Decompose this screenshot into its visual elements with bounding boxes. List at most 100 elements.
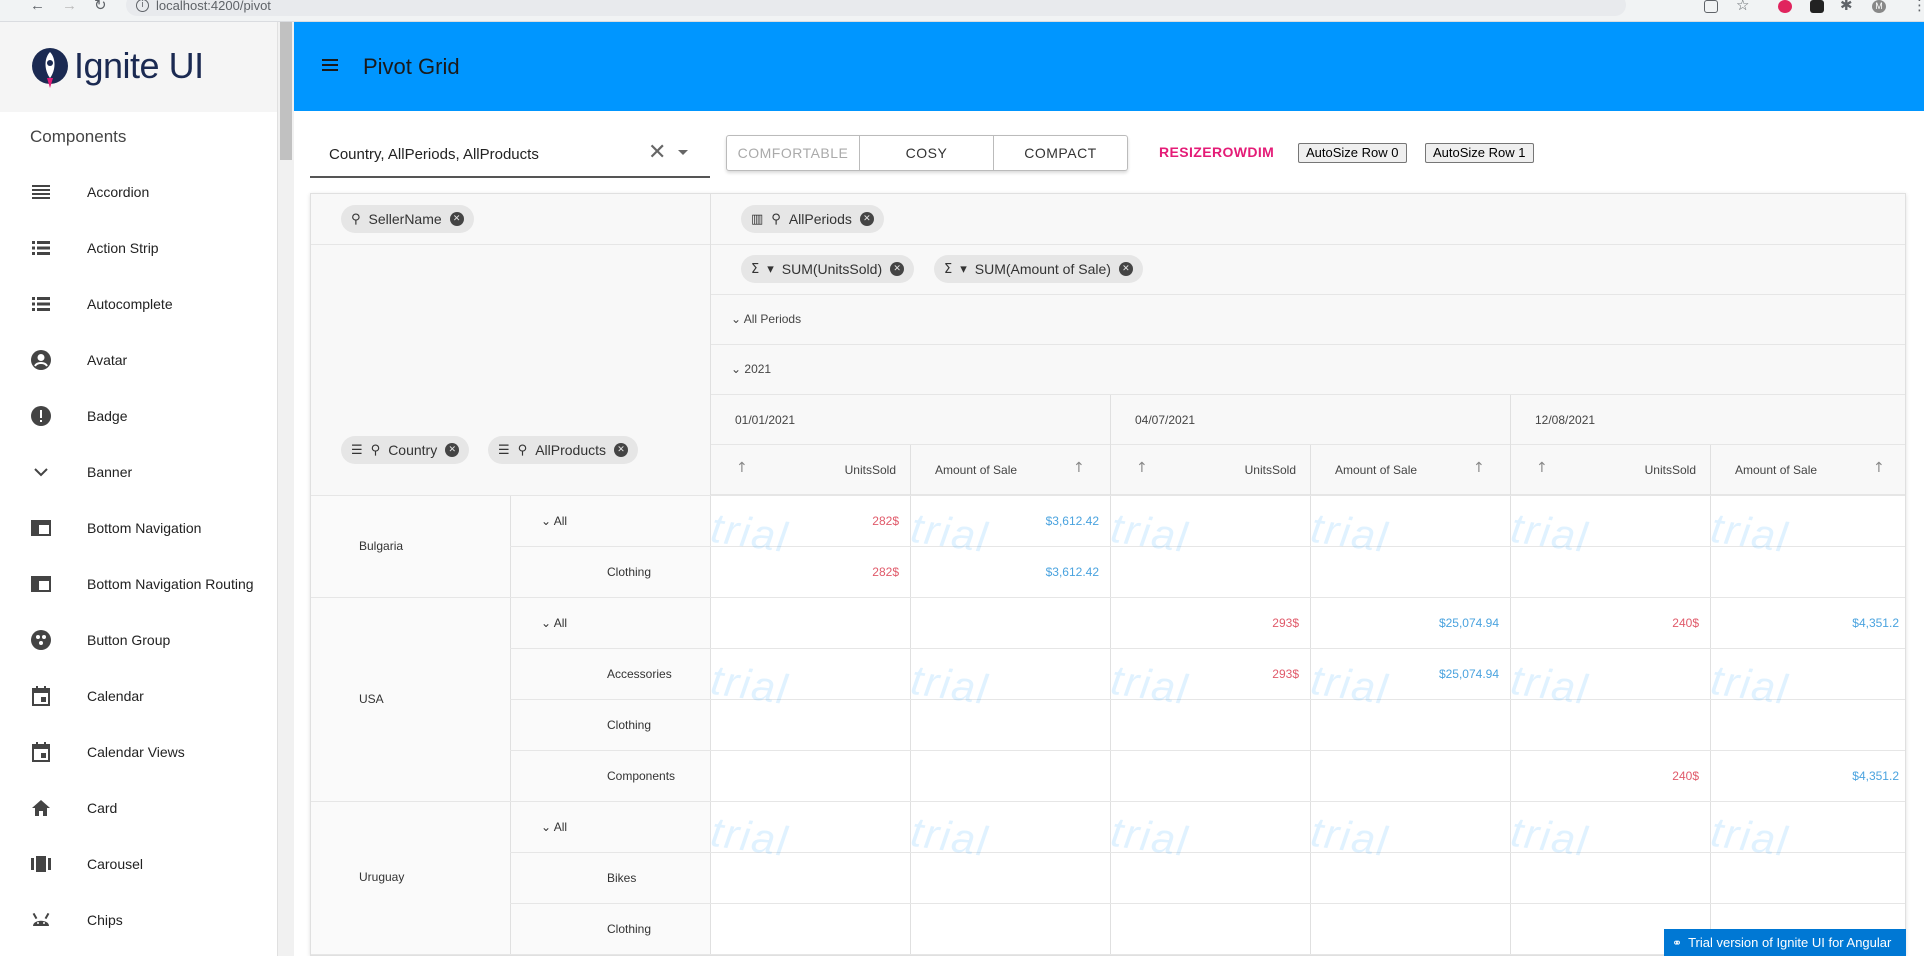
value-cell: $25,074.94 bbox=[1438, 667, 1499, 681]
autosize-row-1-button[interactable]: AutoSize Row 1 bbox=[1425, 143, 1534, 163]
row-header-product: Accessories bbox=[607, 667, 672, 681]
row-toggle-all[interactable]: ⌄ All bbox=[541, 514, 567, 528]
address-bar[interactable] bbox=[126, 0, 1626, 16]
filter-icon: ⚲ bbox=[517, 442, 528, 458]
trial-watermark: trial bbox=[1108, 655, 1192, 714]
row-header-country: Bulgaria bbox=[359, 539, 404, 553]
date-header: 12/08/2021 bbox=[1535, 413, 1596, 427]
row-toggle-all[interactable]: ⌄ All bbox=[541, 616, 567, 630]
extension-x-icon[interactable] bbox=[1810, 0, 1824, 13]
sidebar-item-calendar[interactable]: Calendar bbox=[0, 668, 277, 724]
sidebar-item-bottom-navigation-routing[interactable]: Bottom Navigation Routing bbox=[0, 556, 277, 612]
combo-value: Country, AllPeriods, AllProducts bbox=[329, 146, 539, 163]
all-periods-toggle[interactable]: ⌄ All Periods bbox=[731, 312, 801, 326]
remove-icon[interactable]: ✕ bbox=[445, 443, 460, 457]
calendar-icon bbox=[30, 685, 52, 707]
extension-red-icon[interactable] bbox=[1778, 0, 1792, 13]
cosy-button[interactable]: COSY bbox=[860, 136, 994, 170]
resize-row-dim-button[interactable]: RESIZEROWDIM bbox=[1159, 144, 1274, 160]
sort-arrow-icon[interactable]: ↑ bbox=[1536, 460, 1548, 476]
column-chip-allperiods[interactable]: ▥ ⚲ AllPeriods ✕ bbox=[741, 205, 884, 233]
reload-icon[interactable]: ↻ bbox=[94, 0, 107, 16]
back-icon[interactable]: ← bbox=[30, 0, 45, 16]
measure-header[interactable]: UnitsSold bbox=[831, 463, 896, 477]
trial-watermark: trial bbox=[1108, 503, 1192, 562]
row-chip-country[interactable]: ☰ ⚲ Country ✕ bbox=[341, 436, 470, 464]
year-toggle[interactable]: ⌄ 2021 bbox=[731, 362, 771, 376]
sidebar-item-action-strip[interactable]: Action Strip bbox=[0, 220, 277, 276]
link-icon: ⚭ bbox=[1672, 935, 1683, 950]
column-area bbox=[710, 194, 1905, 245]
sidebar: Ignite UI Components Accordion Action St… bbox=[0, 22, 278, 956]
measure-header[interactable]: Amount of Sale bbox=[1735, 463, 1817, 477]
android-icon bbox=[30, 909, 52, 931]
row-chip-allproducts[interactable]: ☰ ⚲ AllProducts ✕ bbox=[488, 436, 638, 464]
compact-button[interactable]: COMPACT bbox=[994, 136, 1127, 170]
sidebar-item-calendar-views[interactable]: Calendar Views bbox=[0, 724, 277, 780]
menu-icon[interactable] bbox=[322, 59, 338, 71]
filter-chip-sellername[interactable]: ⚲ SellerName ✕ bbox=[341, 205, 474, 233]
sort-arrow-icon[interactable]: ↑ bbox=[1473, 460, 1485, 476]
measure-header[interactable]: Amount of Sale bbox=[935, 463, 1017, 477]
caret-down-icon[interactable]: ▾ bbox=[767, 262, 774, 277]
value-cell: 282$ bbox=[872, 565, 899, 579]
dimension-combo[interactable]: Country, AllPeriods, AllProducts ✕ bbox=[310, 130, 710, 178]
measure-header[interactable]: UnitsSold bbox=[1231, 463, 1296, 477]
trial-watermark: trial bbox=[1708, 655, 1792, 714]
caret-down-icon[interactable] bbox=[678, 150, 688, 155]
sort-arrow-icon[interactable]: ↑ bbox=[1136, 460, 1148, 476]
value-cell: $25,074.94 bbox=[1438, 616, 1499, 630]
sidebar-item-chips[interactable]: Chips bbox=[0, 892, 277, 948]
measure-header[interactable]: UnitsSold bbox=[1631, 463, 1696, 477]
autosize-row-0-button[interactable]: AutoSize Row 0 bbox=[1298, 143, 1407, 163]
sidebar-scrollbar-thumb[interactable] bbox=[280, 22, 292, 160]
remove-icon[interactable]: ✕ bbox=[1118, 262, 1133, 276]
caret-down-icon[interactable]: ▾ bbox=[960, 262, 967, 277]
chevron-down-icon: ⌄ bbox=[541, 616, 552, 630]
more-icon[interactable]: ⋮ bbox=[1912, 0, 1924, 16]
sidebar-item-bottom-navigation[interactable]: Bottom Navigation bbox=[0, 500, 277, 556]
share-icon[interactable] bbox=[1704, 0, 1718, 13]
value-chip-amount-of-sale[interactable]: Σ ▾ SUM(Amount of Sale) ✕ bbox=[934, 255, 1143, 283]
trial-watermark: trial bbox=[1308, 655, 1392, 714]
sort-arrow-icon[interactable]: ↑ bbox=[1873, 460, 1885, 476]
trial-watermark: trial bbox=[708, 655, 792, 714]
sidebar-item-avatar[interactable]: Avatar bbox=[0, 332, 277, 388]
remove-icon[interactable]: ✕ bbox=[449, 212, 464, 226]
sidebar-item-badge[interactable]: Badge bbox=[0, 388, 277, 444]
forward-icon[interactable]: → bbox=[62, 0, 77, 16]
sidebar-heading: Components bbox=[30, 127, 127, 146]
columns-icon: ▥ bbox=[751, 211, 764, 227]
sidebar-item-autocomplete[interactable]: Autocomplete bbox=[0, 276, 277, 332]
page-title: Pivot Grid bbox=[363, 54, 460, 79]
star-icon[interactable]: ☆ bbox=[1736, 0, 1749, 16]
trial-watermark: trial bbox=[708, 807, 792, 866]
avatar[interactable]: M bbox=[1872, 0, 1886, 13]
sidebar-item-button-group[interactable]: Button Group bbox=[0, 612, 277, 668]
sidebar-item-banner[interactable]: Banner bbox=[0, 444, 277, 500]
sidebar-scrollbar[interactable] bbox=[278, 22, 294, 956]
remove-icon[interactable]: ✕ bbox=[890, 262, 905, 276]
chevron-down-icon: ⌄ bbox=[541, 820, 552, 834]
chevron-down-icon: ⌄ bbox=[541, 514, 552, 528]
list-icon bbox=[30, 293, 52, 315]
sidebar-item-card[interactable]: Card bbox=[0, 780, 277, 836]
measure-header[interactable]: Amount of Sale bbox=[1335, 463, 1417, 477]
remove-icon[interactable]: ✕ bbox=[859, 212, 874, 226]
sigma-icon: Σ bbox=[751, 261, 760, 277]
trial-watermark: trial bbox=[1708, 503, 1792, 562]
sort-arrow-icon[interactable]: ↑ bbox=[736, 460, 748, 476]
row-toggle-all[interactable]: ⌄ All bbox=[541, 820, 567, 834]
puzzle-icon[interactable]: ✱ bbox=[1840, 0, 1853, 16]
date-header-row bbox=[710, 395, 1905, 445]
clear-icon[interactable]: ✕ bbox=[648, 140, 666, 165]
value-cell: $3,612.42 bbox=[1045, 565, 1099, 579]
sidebar-item-carousel[interactable]: Carousel bbox=[0, 836, 277, 892]
remove-icon[interactable]: ✕ bbox=[614, 443, 628, 457]
sidebar-item-accordion[interactable]: Accordion bbox=[0, 164, 277, 220]
trial-version-link[interactable]: ⚭ Trial version of Ignite UI for Angular bbox=[1664, 929, 1906, 956]
sort-arrow-icon[interactable]: ↑ bbox=[1073, 460, 1085, 476]
value-cell: 293$ bbox=[1272, 616, 1299, 630]
value-chip-units-sold[interactable]: Σ ▾ SUM(UnitsSold) ✕ bbox=[741, 255, 915, 283]
comfortable-button[interactable]: COMFORTABLE bbox=[727, 136, 860, 170]
